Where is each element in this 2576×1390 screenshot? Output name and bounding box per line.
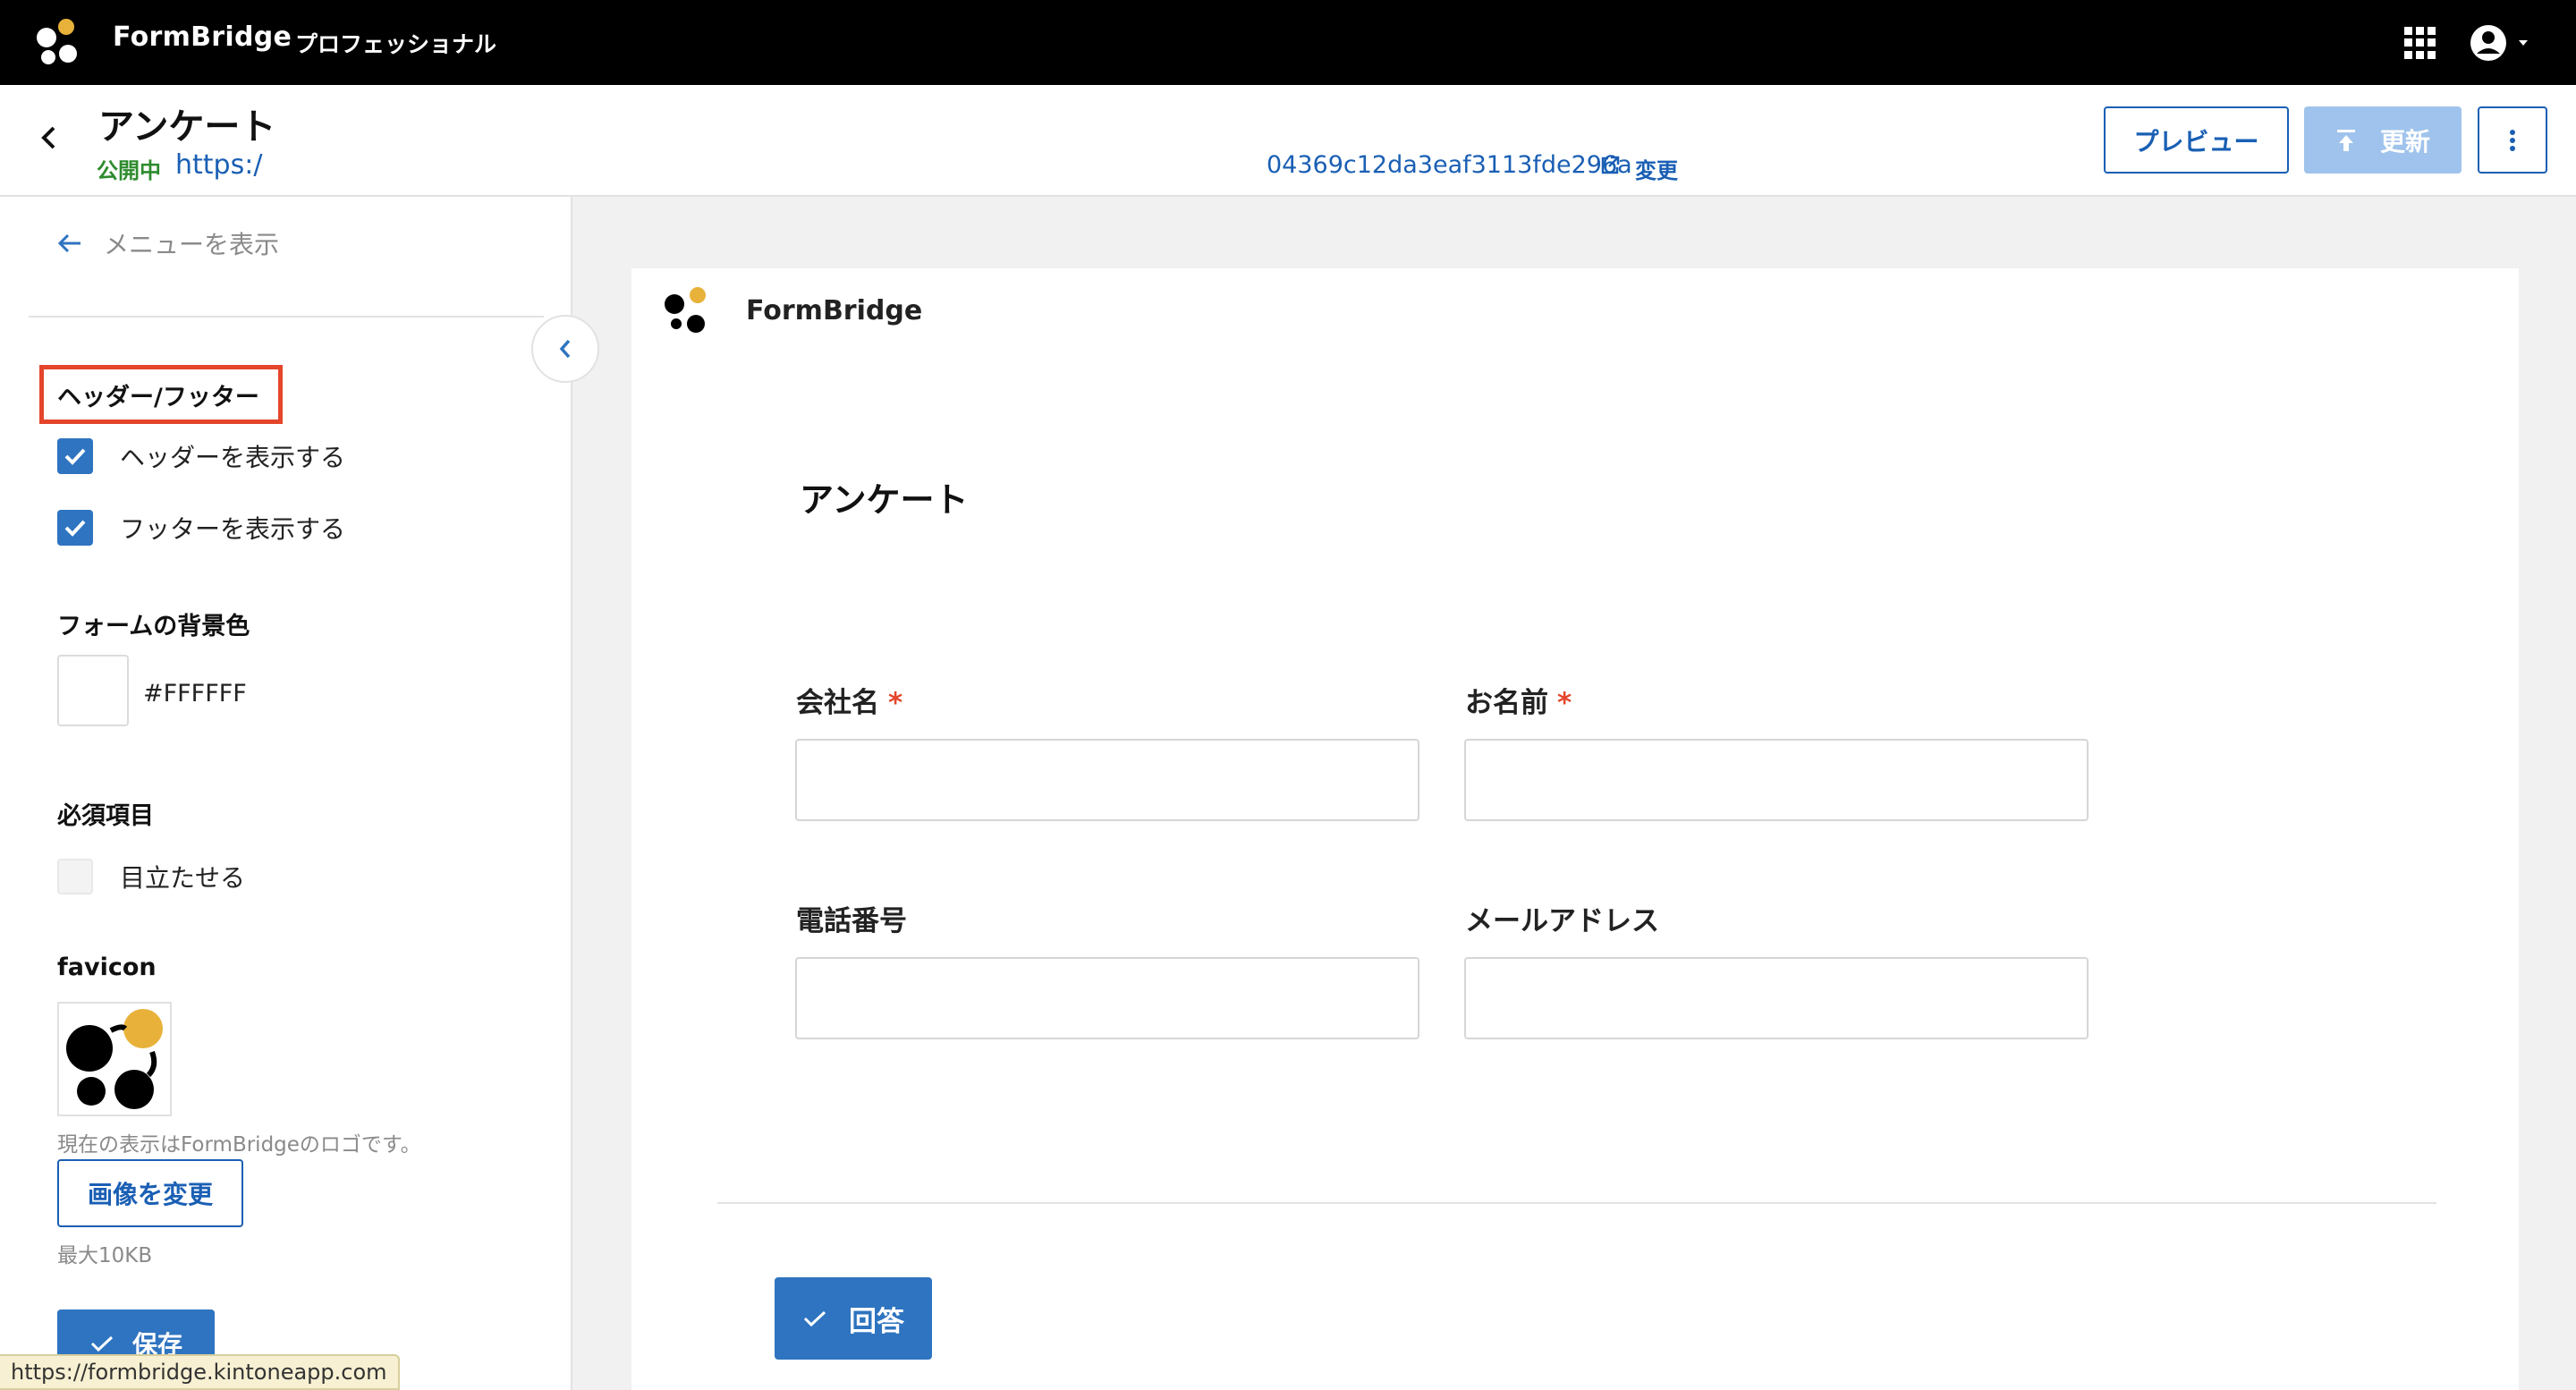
required-mark: * — [888, 687, 903, 719]
max-size-note: 最大10KB — [57, 1244, 153, 1267]
external-link-icon[interactable] — [1599, 155, 1621, 176]
emphasize-required-option[interactable]: 目立たせる — [57, 859, 245, 894]
sidebar-divider — [29, 316, 544, 318]
formbridge-logo-icon — [665, 287, 706, 333]
emphasize-required-label: 目立たせる — [120, 863, 246, 893]
required-fields-title: 必須項目 — [57, 802, 154, 830]
email-label: メールアドレス — [1465, 905, 1659, 937]
form-url-link-end[interactable]: 04369c12da3eaf3113fde296a — [1267, 151, 1632, 179]
show-header-label: ヘッダーを表示する — [120, 443, 346, 472]
form-title: アンケート — [98, 106, 276, 148]
show-header-option[interactable]: ヘッダーを表示する — [57, 438, 345, 474]
grid-apps-icon[interactable] — [2404, 27, 2436, 59]
formbridge-logo-icon — [66, 1009, 163, 1109]
favicon-preview — [57, 1002, 172, 1116]
background-color-value: #FFFFFF — [143, 680, 247, 708]
check-icon — [90, 1335, 114, 1352]
show-menu-link[interactable]: メニューを表示 — [57, 225, 279, 261]
phone-input[interactable] — [795, 957, 1419, 1039]
required-mark: * — [1557, 687, 1572, 719]
company-name-label: 会社名 * — [796, 680, 902, 720]
status-bar-url: https://formbridge.kintoneapp.com — [0, 1354, 400, 1390]
preview-form-title: アンケート — [800, 480, 969, 520]
email-input[interactable] — [1464, 957, 2089, 1039]
form-url-link[interactable]: https:/ — [175, 149, 262, 181]
more-vertical-icon[interactable] — [2478, 106, 2547, 174]
app-brand: FormBridge — [113, 21, 292, 53]
favicon-title: favicon — [57, 954, 157, 981]
phone-label: 電話番号 — [796, 905, 907, 937]
show-menu-label: メニューを表示 — [104, 230, 280, 259]
form-header: アンケート 公開中 https:/ 04369c12da3eaf3113fde2… — [0, 85, 2576, 197]
show-footer-checkbox[interactable] — [57, 510, 93, 546]
preview-button[interactable]: プレビュー — [2104, 106, 2289, 174]
status-badge: 公開中 — [97, 158, 161, 183]
person-name-input[interactable] — [1464, 739, 2089, 821]
show-footer-option[interactable]: フッターを表示する — [57, 510, 345, 546]
check-icon — [64, 448, 86, 465]
person-name-label: お名前 * — [1465, 680, 1572, 720]
app-edition: プロフェッショナル — [295, 31, 497, 57]
check-icon — [64, 520, 86, 537]
submit-button-label: 回答 — [849, 1305, 904, 1338]
person-name-label-text: お名前 — [1465, 687, 1548, 719]
show-header-checkbox[interactable] — [57, 438, 93, 474]
chevron-left-icon — [559, 339, 571, 359]
preview-divider — [717, 1202, 2436, 1204]
favicon-note: 現在の表示はFormBridgeのロゴです。 — [57, 1133, 421, 1157]
company-name-label-text: 会社名 — [796, 687, 879, 719]
background-color-title: フォームの背景色 — [57, 613, 250, 640]
show-footer-label: フッターを表示する — [120, 514, 346, 544]
change-image-button[interactable]: 画像を変更 — [57, 1159, 243, 1227]
form-preview: FormBridge アンケート 会社名 * お名前 * 電話番号 メールアドレス … — [631, 268, 2519, 1390]
settings-sidebar: メニューを表示 ヘッダー/フッター ヘッダーを表示する フッターを表示する フォ… — [0, 197, 599, 1390]
emphasize-required-checkbox[interactable] — [57, 859, 93, 894]
chevron-left-icon[interactable] — [34, 123, 64, 153]
account-circle-icon[interactable] — [2469, 23, 2540, 63]
company-name-input[interactable] — [795, 739, 1419, 821]
update-button-label: 更新 — [2379, 126, 2430, 157]
top-bar: FormBridge プロフェッショナル — [0, 0, 2576, 85]
change-url-link[interactable]: 変更 — [1635, 153, 1678, 184]
check-icon — [803, 1310, 826, 1327]
submit-button[interactable]: 回答 — [775, 1277, 932, 1360]
arrow-left-icon — [57, 233, 80, 253]
collapse-sidebar-button[interactable] — [531, 315, 599, 383]
upload-icon — [2336, 129, 2355, 151]
update-button[interactable]: 更新 — [2304, 106, 2462, 174]
header-footer-title: ヘッダー/フッター — [57, 384, 259, 411]
preview-brand: FormBridge — [746, 295, 923, 326]
background-color-swatch[interactable] — [57, 655, 129, 726]
formbridge-logo-icon[interactable] — [29, 13, 88, 72]
